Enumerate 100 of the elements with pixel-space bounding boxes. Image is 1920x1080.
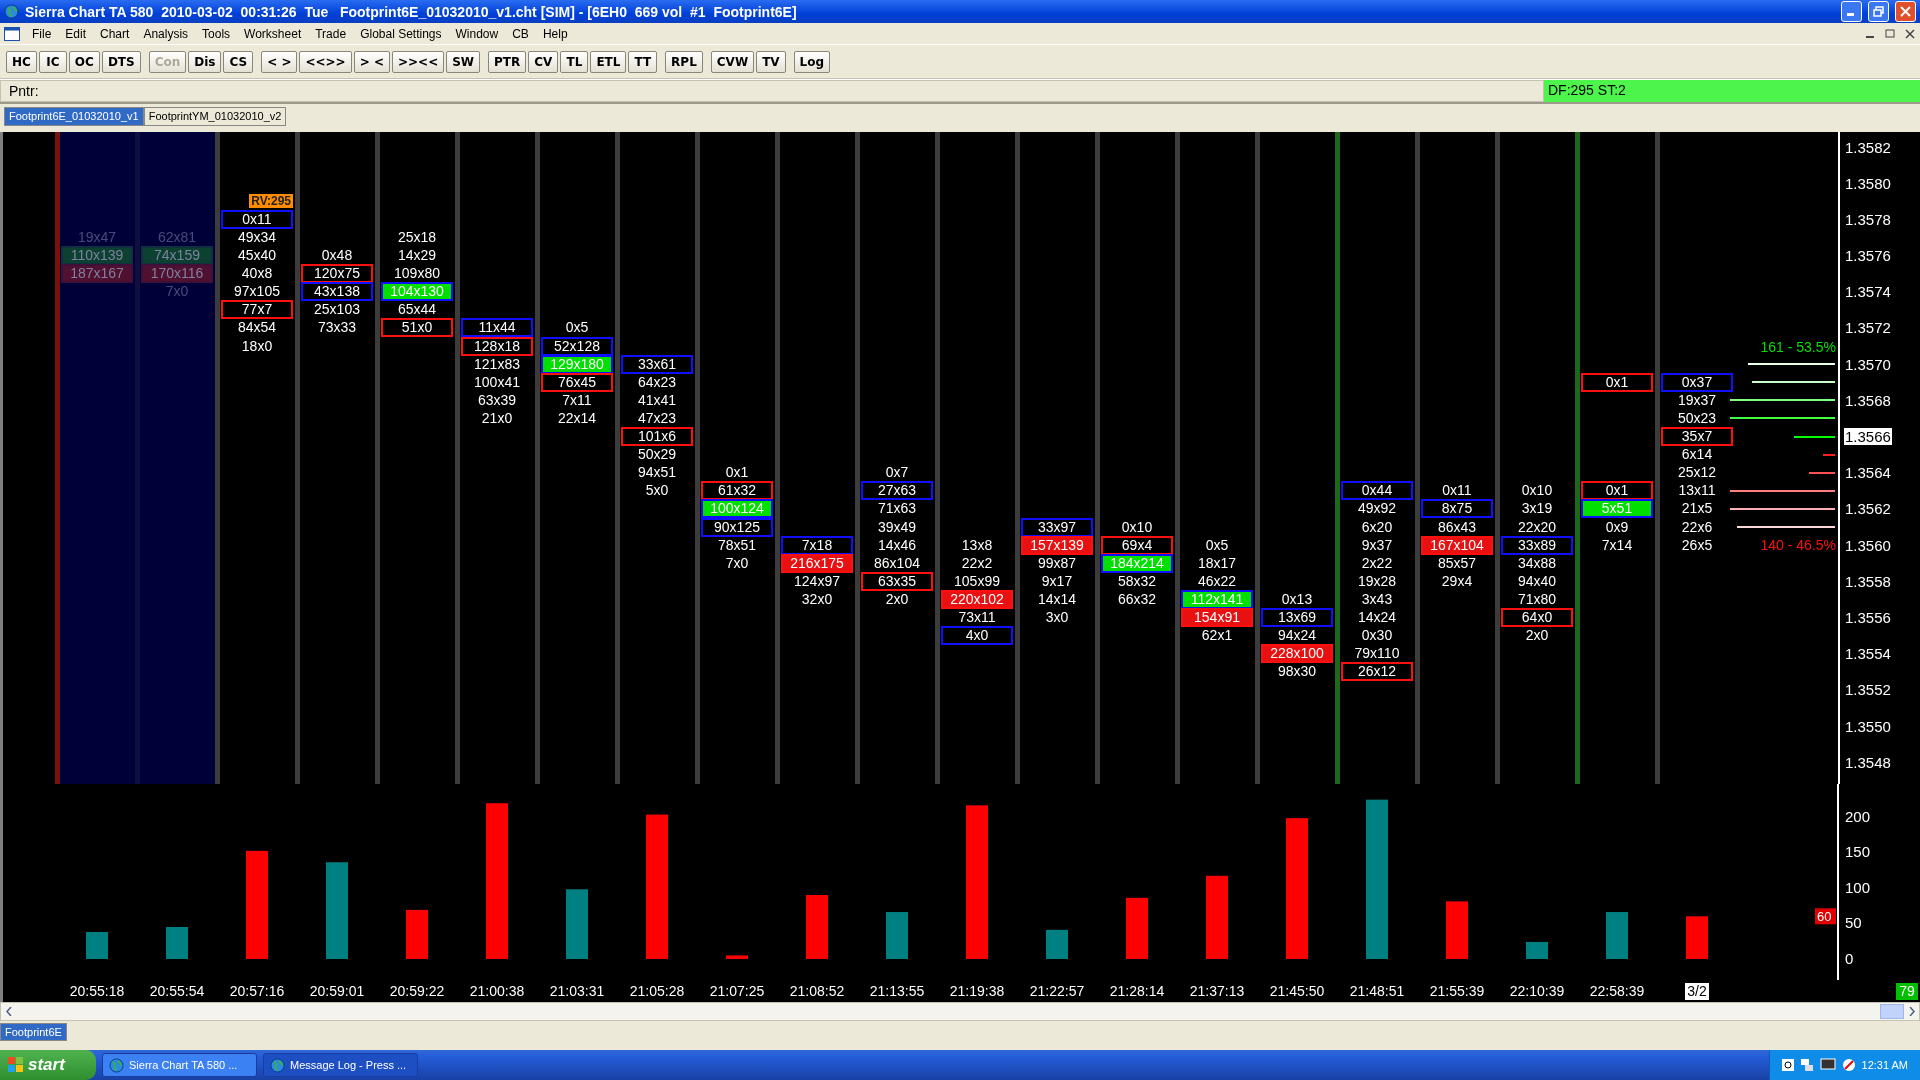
toolbar-button[interactable]: CV [528,50,559,73]
footprint-cell-text: 94x51 [636,463,678,483]
toolbar-button[interactable]: CVW [710,50,755,73]
volume-bar [1686,916,1708,959]
volume-bar [406,909,428,959]
footprint-cell-text: 121x83 [473,354,521,374]
footprint-cell-text: 49x34 [236,228,278,247]
menu-item[interactable]: Tools [196,26,239,41]
footprint-cell-text: 39x49 [876,517,918,537]
toolbar-button[interactable]: ETL [590,50,627,73]
menu-item[interactable]: CB [506,26,537,41]
footprint-cell-text: 19x37 [1676,390,1718,410]
footprint-cell-text: 86x104 [873,553,921,573]
toolbar-button[interactable]: TT [628,50,658,73]
status-indicator: DF:295 ST:2 [1544,80,1920,102]
toolbar-button[interactable]: OC [68,50,100,73]
price-label: 1.3574 [1844,283,1892,301]
time-label: 20:59:01 [309,983,365,999]
volume-bar [1046,929,1068,959]
footprint-cell: 8x75 [1421,499,1493,519]
toolbar-button[interactable]: < > [261,50,298,73]
menu-item[interactable]: File [26,26,60,41]
footprint-cell-text: 109x80 [393,264,441,284]
footprint-cell: 104x130 [381,282,453,302]
footprint-cell: 13x69 [1261,608,1333,627]
footprint-cell-text: 25x12 [1676,463,1718,483]
toolbar-button[interactable]: Log [793,50,831,73]
footprint-cell-text: 0x11 [1441,481,1473,501]
footprint-cell-text: 14x46 [876,535,918,555]
scroll-thumb[interactable] [1880,1004,1904,1019]
menu-item[interactable]: Help [536,26,576,41]
toolbar-button[interactable]: > < [353,50,390,73]
price-label: 1.3548 [1844,753,1892,771]
toolbar-button[interactable]: RPL [665,50,703,73]
menu-item[interactable]: Edit [59,26,95,41]
footprint-cell-text: 19x28 [1356,571,1398,591]
price-label: 1.3550 [1844,717,1892,735]
toolbar-button[interactable]: >><< [391,50,445,73]
taskbar-button[interactable]: Message Log - Press ... [263,1053,418,1077]
menu-item[interactable]: Chart [94,26,138,41]
menu-item[interactable]: Analysis [137,26,197,41]
windows-flag-icon [8,1057,24,1073]
footprint-cell-text: 7x14 [1600,535,1634,555]
time-label: 20:59:22 [389,983,445,999]
toolbar-button[interactable]: CS [223,50,254,73]
minimize-button[interactable] [1841,1,1862,22]
mdi-window-controls-icon[interactable] [1866,26,1916,41]
taskbar-button[interactable]: Sierra Chart TA 580 ... [102,1053,257,1077]
toolbar-button[interactable]: DTS [101,50,141,73]
toolbar-button[interactable]: SW [446,50,481,73]
toolbar-button[interactable]: <<>> [299,50,352,73]
restore-button[interactable] [1868,1,1889,22]
price-label: 1.3570 [1844,355,1892,373]
footprint-cell: 220x102 [941,589,1013,609]
volume-bar [1126,897,1148,959]
footprint-cell: 0x1 [1581,372,1653,392]
toolbar-button[interactable]: IC [38,50,67,73]
menu-item[interactable]: Global Settings [354,26,450,41]
volume-axis-label: 100 [1845,878,1871,896]
footprint-cell: 4x0 [941,626,1013,646]
menu-item[interactable]: Trade [309,26,355,41]
time-label: 21:19:38 [949,983,1005,999]
document-icon [4,26,20,41]
footprint-cell: 76x45 [541,372,613,392]
footprint-cell-text: 22x6 [1680,517,1714,537]
footprint-cell-text: 14x29 [396,246,438,266]
horizontal-scrollbar[interactable] [0,1002,1920,1021]
toolbar-button[interactable]: Dis [188,50,222,73]
toolbar-button[interactable]: HC [6,50,37,73]
time-label: 21:13:55 [869,983,925,999]
time-label: 21:55:39 [1429,983,1485,999]
footprint-cell-text: 13x11 [1677,481,1717,501]
time-label: 21:07:25 [709,983,765,999]
footprint-cell: 33x61 [621,354,693,374]
menu-item[interactable]: Worksheet [238,26,310,41]
footprint-cell: 63x35 [861,571,933,591]
footprint-cell: 0x11 [221,209,293,229]
price-label: 1.3568 [1844,391,1892,409]
chart-tab[interactable]: Footprint6E_01032010_v1 [4,106,144,126]
time-label: 20:55:18 [69,983,125,999]
footprint-cell-text: 62x81 [156,228,198,247]
footprint-cell-text: 63x39 [476,390,518,410]
time-label: 22:58:39 [1589,983,1645,999]
bid-volume-summary: 140 - 46.5% [1759,537,1837,554]
price-label: 1.3560 [1844,536,1892,554]
sheet-tab[interactable]: Footprint6E [0,1023,67,1041]
close-button[interactable] [1895,1,1916,22]
footprint-cell-text: 49x92 [1356,499,1398,519]
volume-bar [726,955,748,959]
footprint-cell-text: 9x37 [1360,535,1394,555]
toolbar-button[interactable]: TV [756,50,786,73]
footprint-cell-text: 40x8 [240,264,274,284]
footprint-cell-text: 25x18 [396,228,438,247]
footprint-cell-text: 79x110 [1353,644,1401,664]
toolbar-button[interactable]: PTR [488,50,527,73]
footprint-cell-text: 14x24 [1356,608,1398,627]
menu-item[interactable]: Window [449,26,507,41]
toolbar-button[interactable]: TL [560,50,589,73]
chart-tab[interactable]: FootprintYM_01032010_v2 [143,106,287,126]
monitor-icon[interactable] [1819,1058,1836,1072]
